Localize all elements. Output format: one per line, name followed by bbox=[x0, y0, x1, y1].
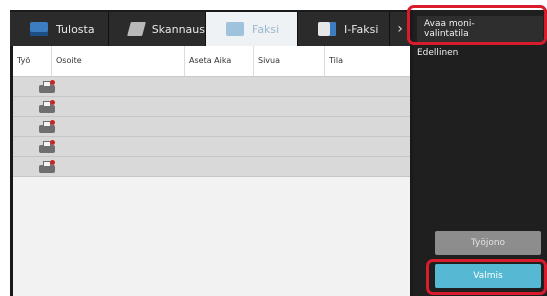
fax-icon bbox=[226, 22, 244, 36]
job-queue-button[interactable]: Työjono bbox=[435, 231, 541, 255]
tab-ifax[interactable]: I-Faksi bbox=[298, 12, 390, 46]
fax-job-icon bbox=[39, 140, 55, 153]
table-row[interactable] bbox=[13, 157, 410, 177]
fax-job-icon bbox=[39, 80, 55, 93]
table-row[interactable] bbox=[13, 117, 410, 137]
job-status-table: Työ Osoite Aseta Aika Sivua Tila bbox=[13, 46, 410, 296]
tab-scan[interactable]: Skannaus bbox=[109, 12, 206, 46]
highlight-done-button bbox=[426, 259, 547, 295]
table-row[interactable] bbox=[13, 137, 410, 157]
tab-label: Skannaus bbox=[151, 22, 205, 36]
tab-label: Tulosta bbox=[56, 22, 95, 36]
fax-job-icon bbox=[39, 160, 55, 173]
mode-tabs: Tulosta Skannaus Faksi I-Faksi › bbox=[10, 10, 410, 46]
fax-job-icon bbox=[39, 100, 55, 113]
job-rows bbox=[13, 77, 410, 177]
column-header-job: Työ bbox=[17, 56, 31, 65]
action-panel: Avaa moni- valintatila Edellinen Työjono… bbox=[413, 10, 547, 296]
table-header: Työ Osoite Aseta Aika Sivua Tila bbox=[13, 46, 410, 77]
fax-status-screen: Tulosta Skannaus Faksi I-Faksi › Työ Oso… bbox=[10, 10, 547, 296]
tab-label: Faksi bbox=[252, 22, 280, 36]
scanner-icon bbox=[127, 22, 146, 36]
column-header-pages: Sivua bbox=[253, 46, 324, 76]
printer-icon bbox=[30, 22, 48, 36]
ifax-icon bbox=[318, 22, 336, 36]
column-header-set-time: Aseta Aika bbox=[184, 46, 253, 76]
tab-fax[interactable]: Faksi bbox=[206, 12, 298, 46]
column-header-address: Osoite bbox=[51, 46, 184, 76]
table-row[interactable] bbox=[13, 77, 410, 97]
fax-job-icon bbox=[39, 120, 55, 133]
previous-button[interactable]: Edellinen bbox=[417, 48, 458, 58]
tab-print[interactable]: Tulosta bbox=[10, 12, 109, 46]
column-header-status: Tila bbox=[324, 46, 410, 76]
tab-label: I-Faksi bbox=[344, 22, 379, 36]
table-row[interactable] bbox=[13, 97, 410, 117]
highlight-multiselect-button bbox=[407, 5, 547, 45]
